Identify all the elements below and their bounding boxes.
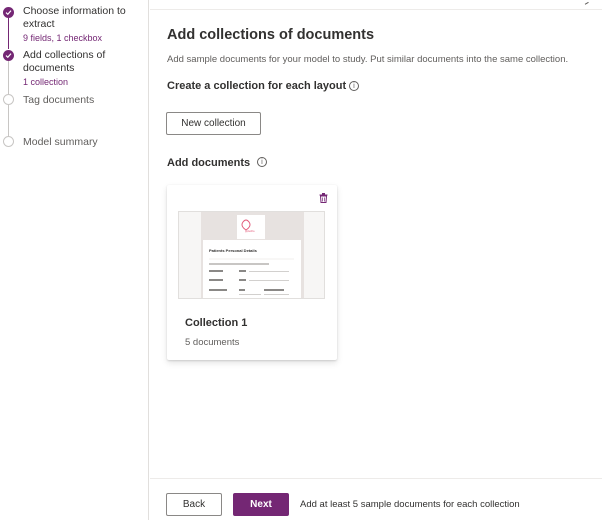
step-sublabel: 1 collection	[23, 77, 69, 87]
step-pending-icon	[3, 136, 14, 147]
add-documents-heading: Add documents	[167, 157, 251, 169]
step-label: Choose information to extract	[23, 5, 126, 30]
step-label: Model summary	[23, 136, 98, 148]
step-label: Add collections of documents	[23, 49, 106, 74]
page-description: Add sample documents for your model to s…	[167, 54, 569, 65]
step-sublabel: 9 fields, 1 checkbox	[23, 33, 103, 43]
collection-name: Collection 1	[185, 317, 248, 329]
info-icon[interactable]: i	[257, 157, 267, 167]
trash-icon[interactable]	[319, 193, 328, 203]
footer-divider	[150, 478, 602, 479]
step-connector	[8, 105, 9, 137]
step-sidebar: Choose information to extract 9 fields, …	[0, 0, 149, 520]
collection-card[interactable]: ppleRo Patients Personal Details Collect…	[167, 185, 337, 360]
step-connector	[8, 18, 9, 49]
next-button[interactable]: Next	[233, 493, 289, 516]
document-thumbnail: ppleRo Patients Personal Details	[178, 211, 325, 299]
step-pending-icon	[3, 94, 14, 105]
footer-hint: Add at least 5 sample documents for each…	[300, 499, 520, 510]
step-label: Tag documents	[23, 94, 95, 106]
checkmark-icon	[3, 7, 14, 18]
document-preview-image	[179, 212, 324, 298]
create-collection-heading: Create a collection for each layout	[167, 80, 347, 92]
page-title: Add collections of documents	[167, 27, 375, 43]
back-button[interactable]: Back	[166, 493, 222, 516]
info-icon[interactable]: i	[349, 81, 359, 91]
main-content: Add collections of documents Add sample …	[150, 0, 602, 520]
checkmark-icon	[3, 50, 14, 61]
new-collection-button[interactable]: New collection	[166, 112, 261, 135]
collection-document-count: 5 documents	[185, 337, 240, 348]
thumbnail-logo-text: ppleRo	[245, 229, 255, 233]
thumbnail-heading-text: Patients Personal Details	[209, 248, 257, 253]
step-connector	[8, 61, 9, 94]
